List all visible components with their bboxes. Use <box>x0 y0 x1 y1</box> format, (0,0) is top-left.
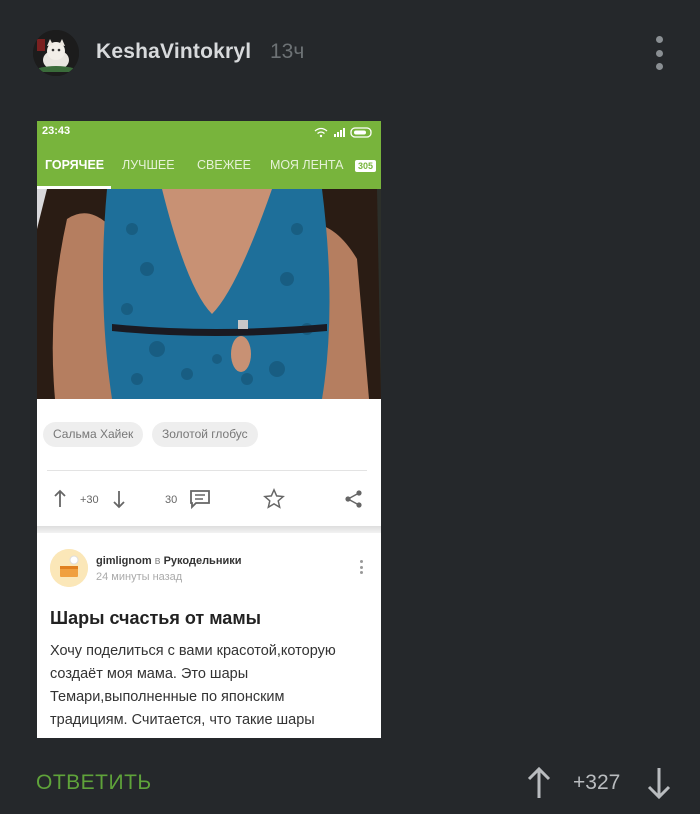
more-vert-icon[interactable] <box>360 560 364 574</box>
comment-time: 13ч <box>270 40 305 63</box>
post-body-line: Темари,выполненные по японским <box>50 689 285 705</box>
post-image[interactable] <box>37 189 381 399</box>
more-vert-icon[interactable] <box>650 36 668 70</box>
comments-count: 30 <box>165 494 178 506</box>
post-body-line: Хочу поделиться с вами красотой,которую <box>50 643 336 659</box>
post-community[interactable]: Рукодельники <box>164 555 242 567</box>
arrow-down-icon[interactable] <box>646 766 672 800</box>
arrow-up-icon[interactable] <box>53 489 67 509</box>
post-body: Хочу поделиться с вами красотой,которую … <box>50 640 375 732</box>
comment-score: +327 <box>573 771 621 794</box>
comment-icon[interactable] <box>189 489 211 509</box>
tag[interactable]: Сальма Хайек <box>43 422 144 447</box>
signal-icon <box>334 128 345 137</box>
status-bar: 23:43 <box>37 121 381 141</box>
tab-hot[interactable]: ГОРЯЧЕЕ <box>45 158 104 172</box>
avatar[interactable] <box>33 30 79 76</box>
divider <box>47 470 367 471</box>
tab-fresh[interactable]: СВЕЖЕЕ <box>197 158 251 172</box>
battery-icon <box>350 127 372 138</box>
divider <box>37 526 381 533</box>
embedded-screenshot[interactable]: 23:43 ГОРЯЧЕЕ ЛУЧШЕЕ СВЕЖЕЕ МОЯ ЛЕНТА 30… <box>37 121 381 738</box>
username[interactable]: KeshaVintokryl <box>96 40 251 64</box>
feed-count-badge: 305 <box>355 160 377 172</box>
post-rating: +30 <box>80 494 99 506</box>
reply-button[interactable]: ОТВЕТИТЬ <box>36 771 152 795</box>
post-title[interactable]: Шары счастья от мамы <box>50 608 261 629</box>
post-actions: +30 30 <box>37 481 381 521</box>
arrow-down-icon[interactable] <box>112 489 126 509</box>
post-time: 24 минуты назад <box>96 571 183 583</box>
star-icon[interactable] <box>263 488 285 510</box>
post-author-name[interactable]: gimlignom <box>96 555 152 567</box>
post-body-line: создаёт моя мама. Это шары <box>50 666 249 682</box>
tab-best[interactable]: ЛУЧШЕЕ <box>122 158 175 172</box>
tab-my-feed[interactable]: МОЯ ЛЕНТА <box>270 158 344 172</box>
arrow-up-icon[interactable] <box>526 766 552 800</box>
post-author[interactable]: gimlignom в Рукодельники <box>96 555 242 567</box>
feed-tabs: ГОРЯЧЕЕ ЛУЧШЕЕ СВЕЖЕЕ МОЯ ЛЕНТА 305 <box>37 141 381 189</box>
tag[interactable]: Золотой глобус <box>152 422 258 447</box>
post-author-avatar[interactable] <box>50 549 88 587</box>
status-clock: 23:43 <box>42 125 71 137</box>
in-word: в <box>154 555 161 567</box>
wifi-icon <box>314 127 328 135</box>
share-icon[interactable] <box>344 489 364 509</box>
post-body-line: традициям. Считается, что такие шары <box>50 712 315 728</box>
